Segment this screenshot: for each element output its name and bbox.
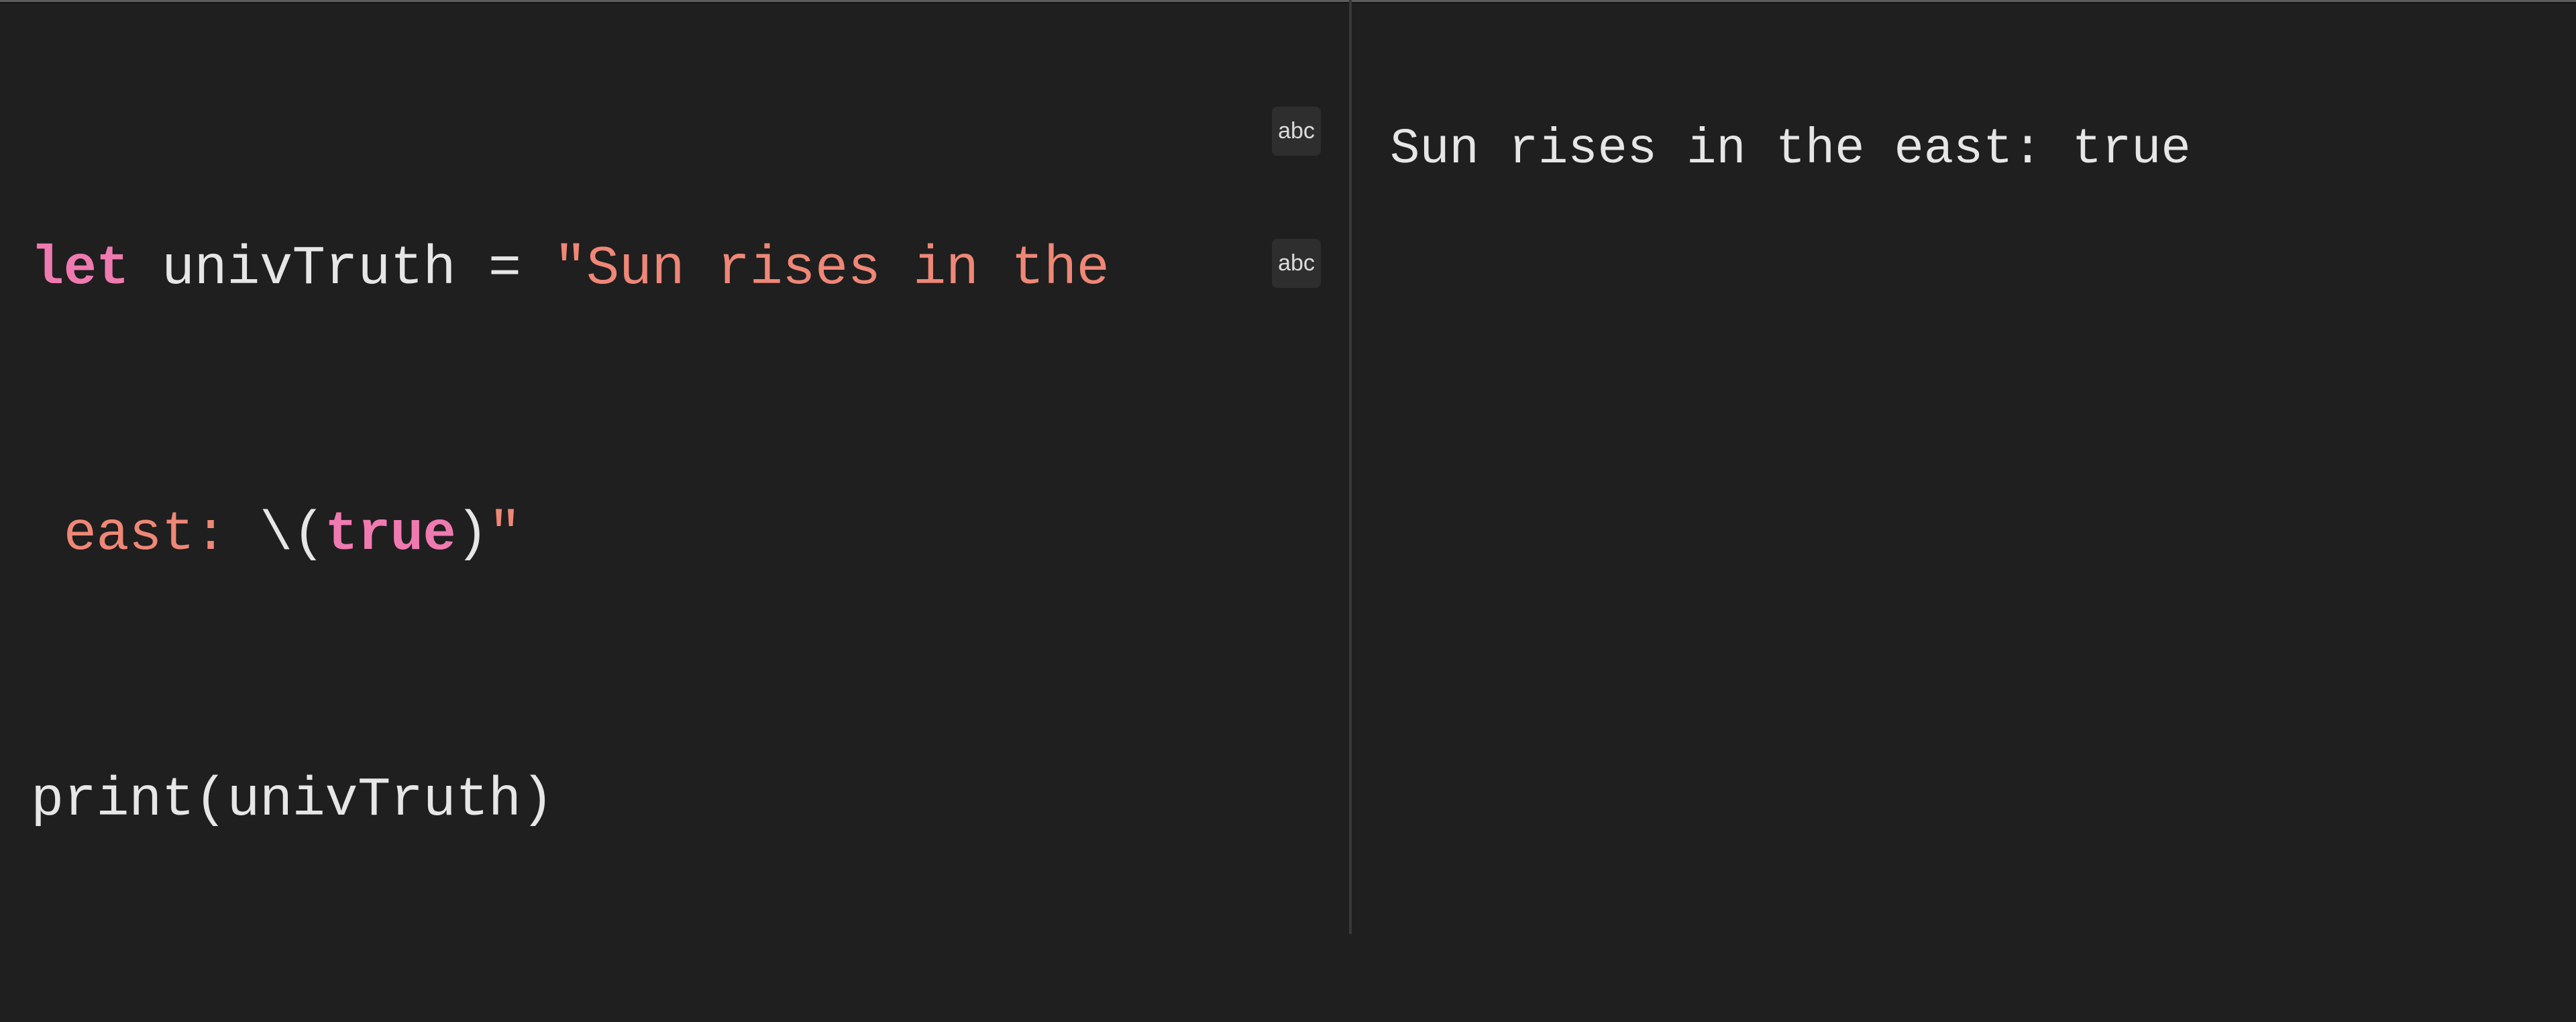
string-result-icon[interactable]: abc <box>1272 239 1321 288</box>
interpolation-open-token: \( <box>259 503 325 566</box>
string-token: "Sun rises in the <box>553 238 1110 300</box>
interpolation-close-token: ) <box>455 503 488 566</box>
console-output-text: Sun rises in the east: true <box>1390 121 2191 178</box>
code-editor[interactable]: let univTruth = "Sun rises in the east: … <box>31 48 1110 1022</box>
code-editor-pane[interactable]: let univTruth = "Sun rises in the east: … <box>0 3 1349 934</box>
code-line-1[interactable]: let univTruth = "Sun rises in the <box>31 225 1110 313</box>
string-token: " <box>488 503 521 566</box>
plain-token: univTruth = <box>129 238 554 300</box>
code-line-2[interactable]: print(univTruth) <box>31 756 1109 845</box>
console-output-pane: Sun rises in the east: true <box>1352 3 2576 934</box>
keyword-token: let <box>31 238 129 300</box>
plain-token: print(univTruth) <box>31 769 554 831</box>
code-line-1-wrapped[interactable]: east: \(true)" <box>31 491 1109 579</box>
string-result-icon[interactable]: abc <box>1272 107 1321 156</box>
keyword-token: true <box>325 503 456 566</box>
string-token: east: <box>31 503 260 566</box>
